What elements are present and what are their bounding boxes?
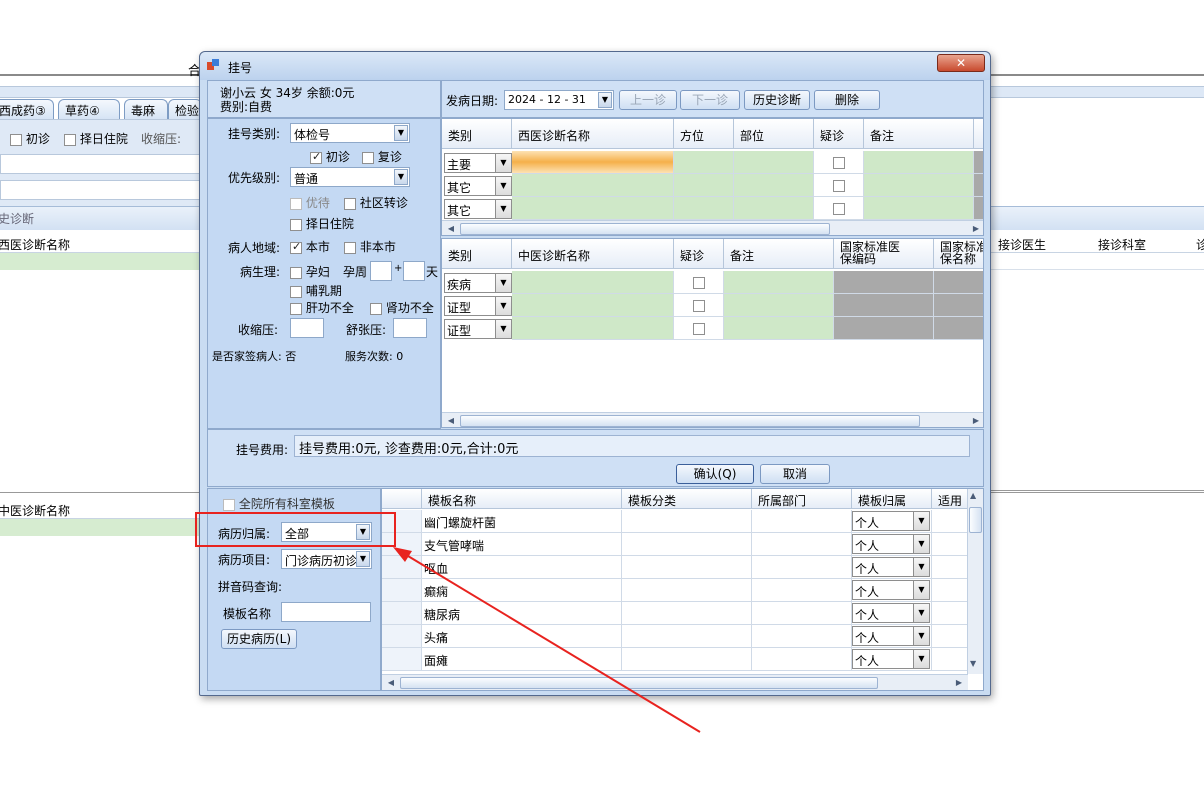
annotation-arrow: [393, 547, 701, 733]
